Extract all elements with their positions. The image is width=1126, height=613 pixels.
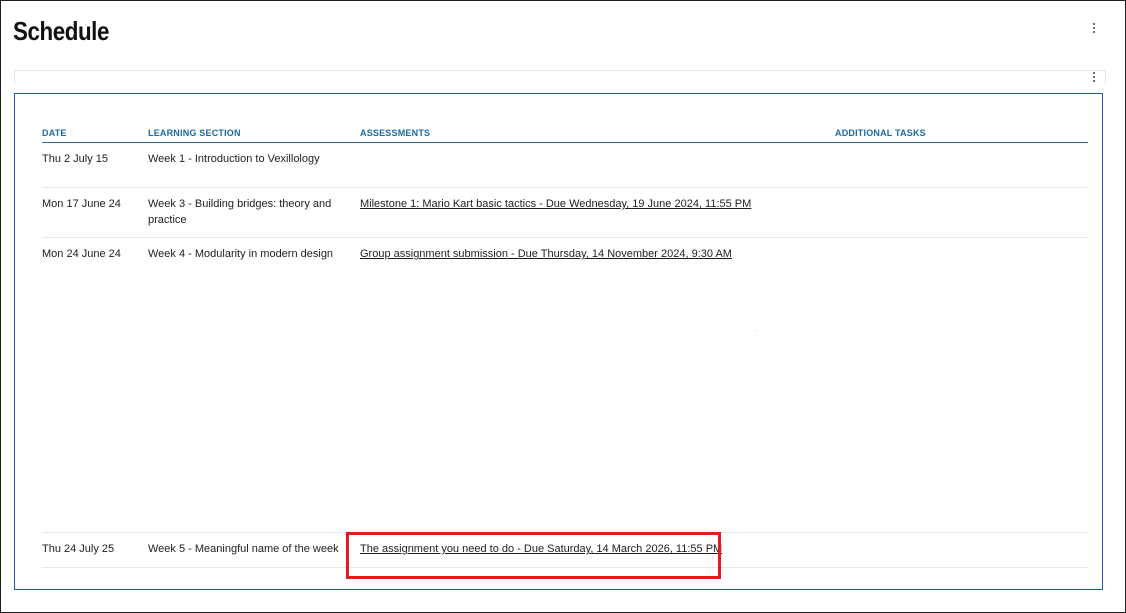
more-options-icon[interactable] [1089,23,1099,33]
additional-tasks-cell [835,142,1088,188]
column-header-assessments: ASSESSMENTS [360,122,835,143]
date-cell: Thu 24 July 25 [42,532,148,568]
assessment-cell: Group assignment submission - Due Thursd… [360,237,835,533]
stray-pixel [755,330,756,331]
assessment-link[interactable]: The assignment you need to do - Due Satu… [360,543,722,555]
section-text: Week 1 - Introduction to Vexillology [148,153,320,165]
assessment-link[interactable]: Group assignment submission - Due Thursd… [360,248,732,260]
schedule-table: DATE LEARNING SECTION ASSESSMENTS ADDITI… [42,122,1088,568]
column-header-date: DATE [42,122,148,143]
schedule-table-container: DATE LEARNING SECTION ASSESSMENTS ADDITI… [14,93,1103,590]
assessment-link[interactable]: Milestone 1: Mario Kart basic tactics - … [360,198,751,210]
table-row: Mon 24 June 24 Week 4 - Modularity in mo… [42,237,1088,533]
section-cell: Week 3 - Building bridges: theory and pr… [148,187,360,238]
section-cell: Week 1 - Introduction to Vexillology [148,142,360,188]
block-header-divider [14,70,1106,84]
section-text: Week 5 - Meaningful name of the week [148,543,339,555]
section-text: Week 4 - Modularity in modern design [148,248,334,260]
section-cell: Week 5 - Meaningful name of the week [148,532,360,568]
assessment-cell: The assignment you need to do - Due Satu… [360,532,835,568]
date-cell: Thu 2 July 15 [42,142,148,188]
page-title: Schedule [13,16,109,46]
additional-tasks-cell [835,187,1088,238]
additional-tasks-cell [835,237,1088,533]
assessment-cell [360,142,835,188]
table-header-row: DATE LEARNING SECTION ASSESSMENTS ADDITI… [42,122,1088,143]
table-row: Thu 2 July 15 Week 1 - Introduction to V… [42,142,1088,188]
column-header-additional-tasks: ADDITIONAL TASKS [835,122,1088,143]
column-header-learning-section: LEARNING SECTION [148,122,360,143]
block-options-icon[interactable] [1089,72,1099,82]
table-row: Thu 24 July 25 Week 5 - Meaningful name … [42,532,1088,568]
additional-tasks-cell [835,532,1088,568]
assessment-cell: Milestone 1: Mario Kart basic tactics - … [360,187,835,238]
section-cell: Week 4 - Modularity in modern design [148,237,360,533]
table-row: Mon 17 June 24 Week 3 - Building bridges… [42,187,1088,238]
section-text: Week 3 - Building bridges: theory and pr… [148,198,332,226]
date-cell: Mon 17 June 24 [42,187,148,238]
date-cell: Mon 24 June 24 [42,237,148,533]
